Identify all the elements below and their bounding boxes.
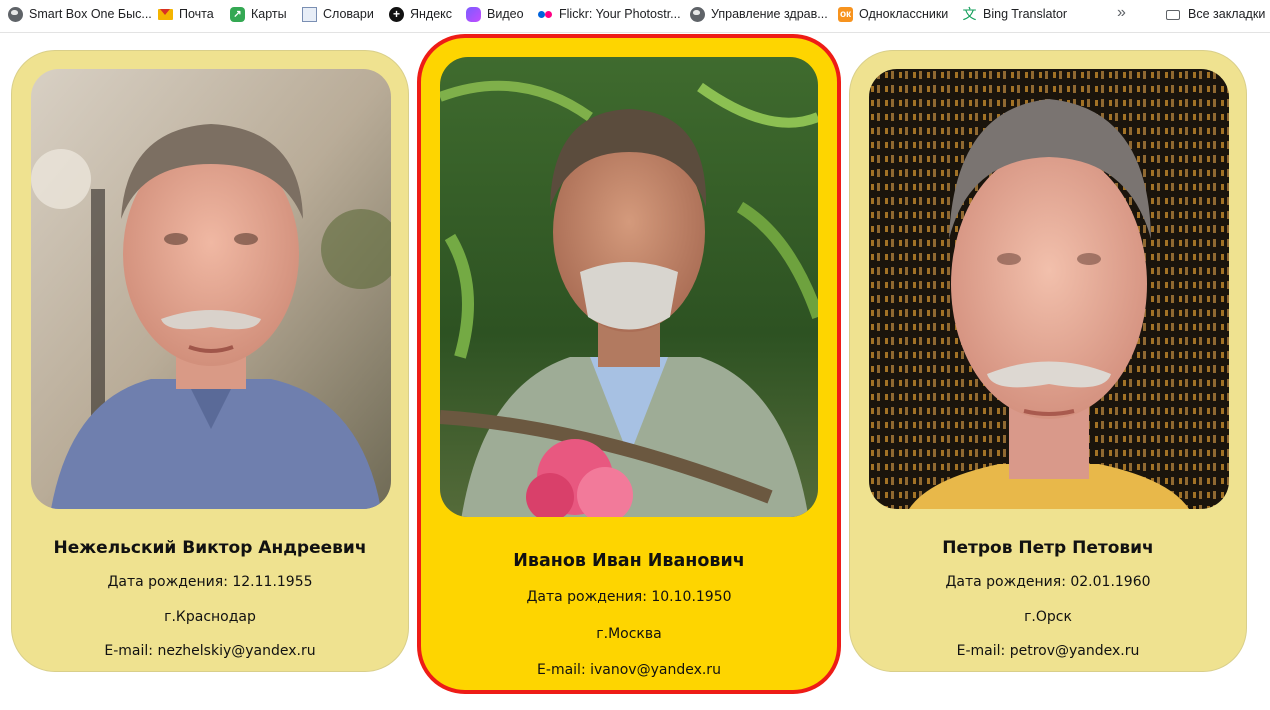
person-name: Нежельский Виктор Андреевич	[53, 538, 367, 558]
maps-icon: ↗	[230, 6, 245, 22]
mail-icon	[158, 6, 173, 22]
all-bookmarks-label: Все закладки	[1188, 7, 1266, 21]
person-city: г.Краснодар	[164, 609, 256, 625]
video-icon	[466, 6, 481, 22]
person-card-selected[interactable]: Иванов Иван Иванович Дата рождения: 10.1…	[417, 34, 841, 694]
bookmark-health[interactable]: Управление здрав...	[690, 0, 828, 28]
bookmark-label: Почта	[179, 7, 214, 21]
odnoklassniki-icon: ок	[838, 6, 853, 22]
portrait-image	[31, 69, 391, 509]
person-email: E-mail: ivanov@yandex.ru	[537, 662, 721, 678]
person-card[interactable]: Нежельский Виктор Андреевич Дата рождени…	[11, 50, 409, 672]
bookmark-video[interactable]: Видео	[466, 0, 524, 28]
bookmark-label: Smart Box One Быс...	[29, 7, 152, 21]
folder-icon	[1165, 7, 1182, 22]
bookmarks-bar: Smart Box One Быс... Почта ↗ Карты Слова…	[0, 0, 1270, 33]
person-birthdate: Дата рождения: 02.01.1960	[945, 574, 1151, 590]
person-birthdate: Дата рождения: 10.10.1950	[526, 589, 732, 605]
person-photo	[440, 57, 818, 517]
person-card[interactable]: Петров Петр Петович Дата рождения: 02.01…	[849, 50, 1247, 672]
person-city: г.Москва	[596, 626, 662, 642]
bookmark-label: Управление здрав...	[711, 7, 828, 21]
bookmark-dictionary[interactable]: Словари	[302, 0, 374, 28]
bookmark-yandex[interactable]: + Яндекс	[389, 0, 452, 28]
person-email: E-mail: petrov@yandex.ru	[956, 643, 1140, 659]
bookmark-label: Карты	[251, 7, 287, 21]
globe-icon	[8, 6, 23, 22]
flickr-icon	[537, 7, 553, 22]
bookmark-maps[interactable]: ↗ Карты	[230, 0, 287, 28]
person-name: Петров Петр Петович	[942, 538, 1154, 558]
bing-translator-icon: 文	[962, 6, 977, 22]
bookmark-mail[interactable]: Почта	[158, 0, 214, 28]
person-photo	[869, 69, 1229, 509]
bookmark-label: Яндекс	[410, 7, 453, 21]
person-name: Иванов Иван Иванович	[513, 551, 745, 571]
bookmarks-overflow-button[interactable]: »	[1117, 0, 1126, 28]
yandex-icon: +	[389, 6, 404, 22]
bookmark-label: Flickr: Your Photostr...	[559, 7, 681, 21]
portrait-image	[440, 57, 818, 517]
portrait-image	[869, 69, 1229, 509]
bookmark-bing-translator[interactable]: 文 Bing Translator	[962, 0, 1068, 28]
bookmark-label: Bing Translator	[983, 7, 1068, 21]
person-email: E-mail: nezhelskiy@yandex.ru	[104, 643, 316, 659]
bookmark-flickr[interactable]: Flickr: Your Photostr...	[537, 0, 681, 28]
bookmark-odnoklassniki[interactable]: ок Одноклассники	[838, 0, 948, 28]
person-photo	[31, 69, 391, 509]
globe-icon	[690, 6, 705, 22]
bookmark-label: Одноклассники	[859, 7, 949, 21]
bookmark-label: Словари	[323, 7, 374, 21]
bookmark-label: Видео	[487, 7, 524, 21]
dictionary-icon	[302, 6, 317, 22]
all-bookmarks-button[interactable]: Все закладки	[1165, 0, 1265, 28]
person-birthdate: Дата рождения: 12.11.1955	[107, 574, 313, 590]
bookmark-smart-box[interactable]: Smart Box One Быс...	[8, 0, 152, 28]
person-city: г.Орск	[1024, 609, 1072, 625]
